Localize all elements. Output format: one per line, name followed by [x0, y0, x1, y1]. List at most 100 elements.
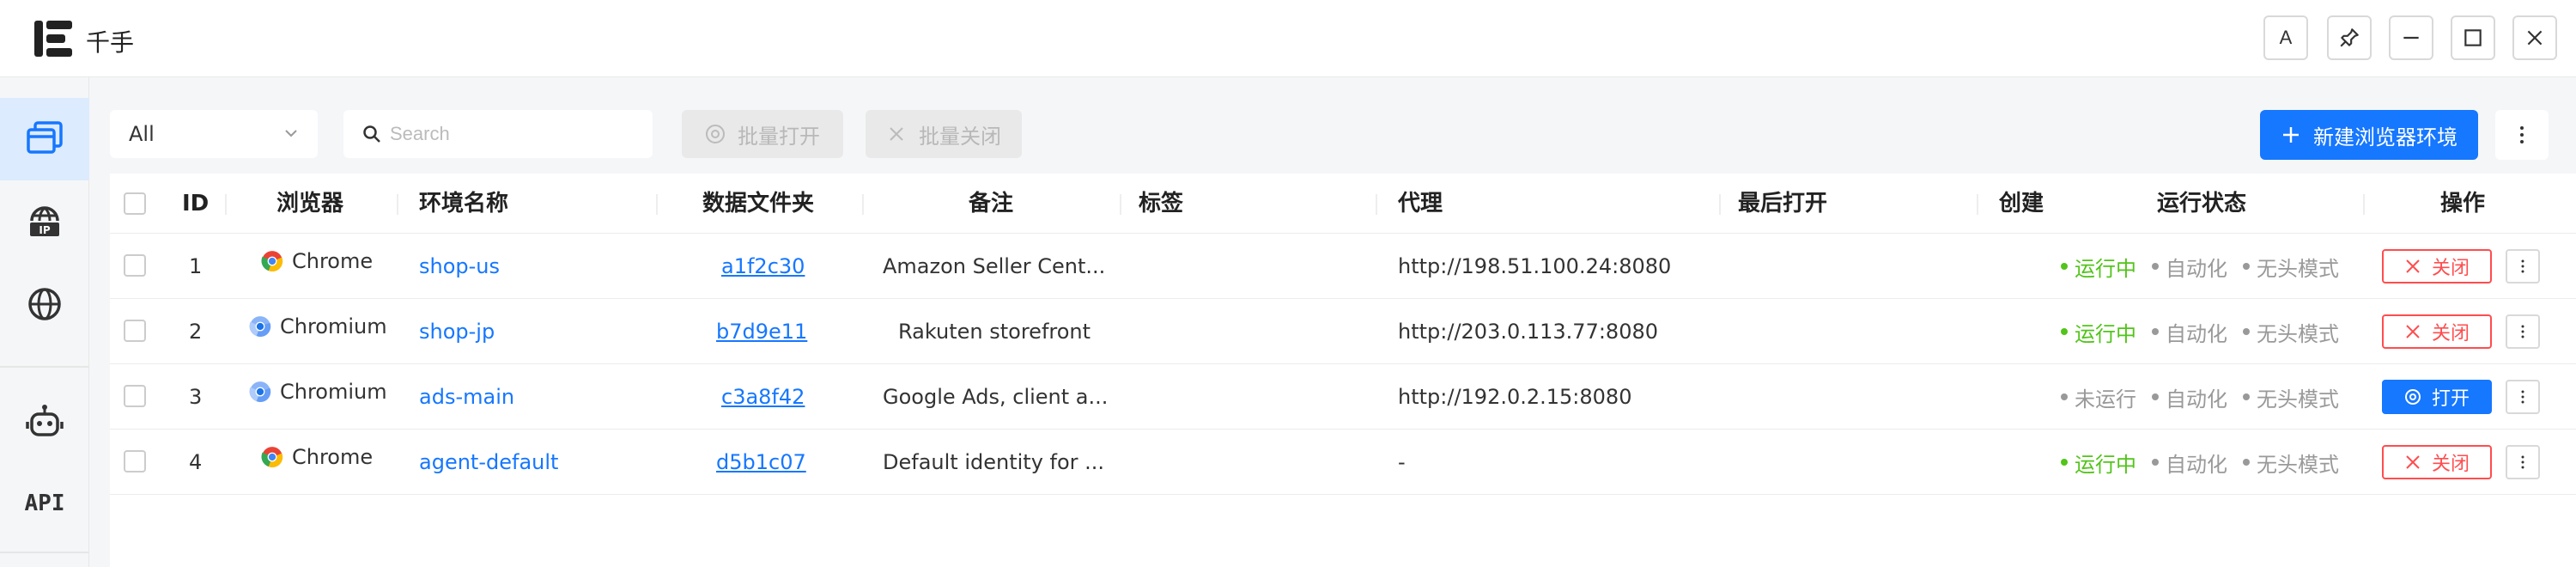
- more-vertical-icon: [2521, 325, 2524, 338]
- data-folder-link[interactable]: d5b1c07: [716, 430, 806, 495]
- table-row[interactable]: 3 Chromium ads-main c3a8f42 Google Ads, …: [110, 364, 2576, 430]
- header-id[interactable]: ID: [182, 174, 209, 234]
- header-data-folder[interactable]: 数据文件夹: [702, 174, 814, 234]
- data-folder-link[interactable]: a1f2c30: [721, 234, 805, 299]
- run-status-group: 运行中 自动化 无头模式: [2061, 299, 2354, 364]
- maximize-button[interactable]: [2451, 15, 2495, 60]
- column-separator: [1120, 194, 1121, 215]
- sidebar-item-proxy[interactable]: [0, 263, 89, 345]
- row-more-button[interactable]: [2506, 445, 2540, 479]
- header-created[interactable]: 创建: [1999, 174, 2044, 234]
- column-separator: [397, 194, 398, 215]
- browser-windows-icon: [27, 121, 63, 154]
- env-name-link[interactable]: agent-default: [419, 430, 558, 495]
- pin-button[interactable]: [2327, 15, 2372, 60]
- row-id: 1: [189, 254, 203, 278]
- table-row[interactable]: 2 Chromium shop-jp b7d9e11 Rakuten store…: [110, 299, 2576, 364]
- plus-icon: [2283, 127, 2299, 143]
- browser-name: Chrome: [292, 445, 374, 469]
- run-status-group: 运行中 自动化 无头模式: [2061, 234, 2354, 299]
- status-running: 运行中: [2061, 317, 2136, 347]
- note-text: Amazon Seller Cent...: [883, 254, 1106, 278]
- row-checkbox[interactable]: [124, 450, 146, 472]
- close-icon: [890, 127, 903, 141]
- row-id: 2: [189, 320, 203, 344]
- status-automation: 自动化: [2152, 252, 2227, 282]
- column-separator: [1376, 194, 1377, 215]
- column-separator: [2363, 194, 2365, 215]
- header-actions: 操作: [2440, 191, 2486, 216]
- column-separator: [862, 194, 864, 215]
- data-folder-link[interactable]: c3a8f42: [721, 364, 805, 430]
- row-more-button[interactable]: [2506, 380, 2540, 414]
- minimize-button[interactable]: [2389, 15, 2433, 60]
- close-icon: [2406, 259, 2420, 273]
- row-id: 4: [189, 450, 203, 474]
- new-browser-env-button[interactable]: 新建浏览器环境: [2260, 110, 2478, 160]
- app-logo-icon: [34, 21, 72, 57]
- close-icon: [2406, 325, 2420, 338]
- status-headless: 无头模式: [2243, 448, 2339, 478]
- environment-table: ID 浏览器 环境名称 数据文件夹 备注 标签 代理 最后打开 创建 运行状态 …: [110, 174, 2576, 567]
- browser-cell: Chromium: [249, 359, 387, 424]
- status-automation: 自动化: [2152, 448, 2227, 478]
- row-checkbox[interactable]: [124, 254, 146, 277]
- header-note[interactable]: 备注: [969, 174, 1013, 234]
- status-running: 运行中: [2061, 252, 2136, 282]
- row-checkbox[interactable]: [124, 320, 146, 342]
- robot-icon: [26, 405, 64, 436]
- batch-close-label: 批量关闭: [919, 124, 1001, 149]
- search-icon: [363, 125, 380, 143]
- more-vertical-icon: [2521, 259, 2524, 273]
- header-browser[interactable]: 浏览器: [276, 174, 343, 234]
- sidebar-divider: [0, 366, 89, 368]
- pin-icon: [2340, 28, 2359, 47]
- close-env-button[interactable]: 关闭: [2382, 249, 2492, 284]
- more-options-button[interactable]: [2495, 110, 2549, 160]
- table-header: ID 浏览器 环境名称 数据文件夹 备注 标签 代理 最后打开 创建 运行状态 …: [110, 174, 2576, 234]
- sidebar-item-browser-envs[interactable]: [0, 98, 89, 180]
- sidebar-item-automation[interactable]: [0, 381, 89, 464]
- maximize-icon: [2464, 29, 2482, 46]
- header-tags[interactable]: 标签: [1139, 174, 1183, 234]
- translate-button[interactable]: A: [2263, 15, 2308, 60]
- batch-close-button[interactable]: 批量关闭: [866, 110, 1022, 158]
- search-input[interactable]: [390, 123, 647, 145]
- data-folder-link[interactable]: b7d9e11: [716, 299, 807, 364]
- select-all-checkbox[interactable]: [124, 192, 146, 215]
- app-title: 千手: [86, 28, 135, 57]
- row-more-button[interactable]: [2506, 249, 2540, 284]
- close-window-button[interactable]: [2512, 15, 2557, 60]
- chrome-outline-icon: [706, 125, 725, 143]
- column-separator: [225, 194, 227, 215]
- env-name-link[interactable]: shop-us: [419, 234, 500, 299]
- column-separator: [656, 194, 658, 215]
- chrome-icon: [261, 447, 283, 467]
- header-run-status[interactable]: 运行状态: [2157, 174, 2246, 234]
- row-checkbox[interactable]: [124, 385, 146, 407]
- proxy-text: -: [1398, 450, 1406, 474]
- close-env-button[interactable]: 关闭: [2382, 314, 2492, 349]
- env-name-link[interactable]: shop-jp: [419, 299, 495, 364]
- header-env-name[interactable]: 环境名称: [419, 174, 508, 234]
- status-headless: 无头模式: [2243, 382, 2339, 412]
- group-filter-value: All: [129, 122, 155, 146]
- sidebar-item-api[interactable]: API: [0, 462, 89, 545]
- sidebar-item-ip[interactable]: IP: [0, 180, 89, 263]
- header-last-opened[interactable]: 最后打开: [1738, 174, 1827, 234]
- proxy-text: http://198.51.100.24:8080: [1398, 254, 1672, 278]
- chrome-outline-icon: [2404, 389, 2421, 405]
- table-row[interactable]: 4 Chrome agent-default d5b1c07 Default i…: [110, 430, 2576, 495]
- row-more-button[interactable]: [2506, 314, 2540, 349]
- main-content: All 批量打开 批量关闭 新建浏览器环境 ID 浏览器 环境名称 数据文件夹: [110, 96, 2576, 567]
- more-vertical-icon: [2520, 126, 2524, 143]
- batch-open-button[interactable]: 批量打开: [682, 110, 843, 158]
- header-proxy[interactable]: 代理: [1398, 174, 1443, 234]
- search-box: [343, 110, 653, 158]
- browser-name: Chrome: [292, 249, 374, 273]
- close-env-button[interactable]: 关闭: [2382, 445, 2492, 479]
- table-row[interactable]: 1 Chrome shop-us a1f2c30 Amazon Seller C…: [110, 234, 2576, 299]
- open-env-button[interactable]: 打开: [2382, 380, 2492, 414]
- group-filter-select[interactable]: All: [110, 110, 318, 158]
- env-name-link[interactable]: ads-main: [419, 364, 514, 430]
